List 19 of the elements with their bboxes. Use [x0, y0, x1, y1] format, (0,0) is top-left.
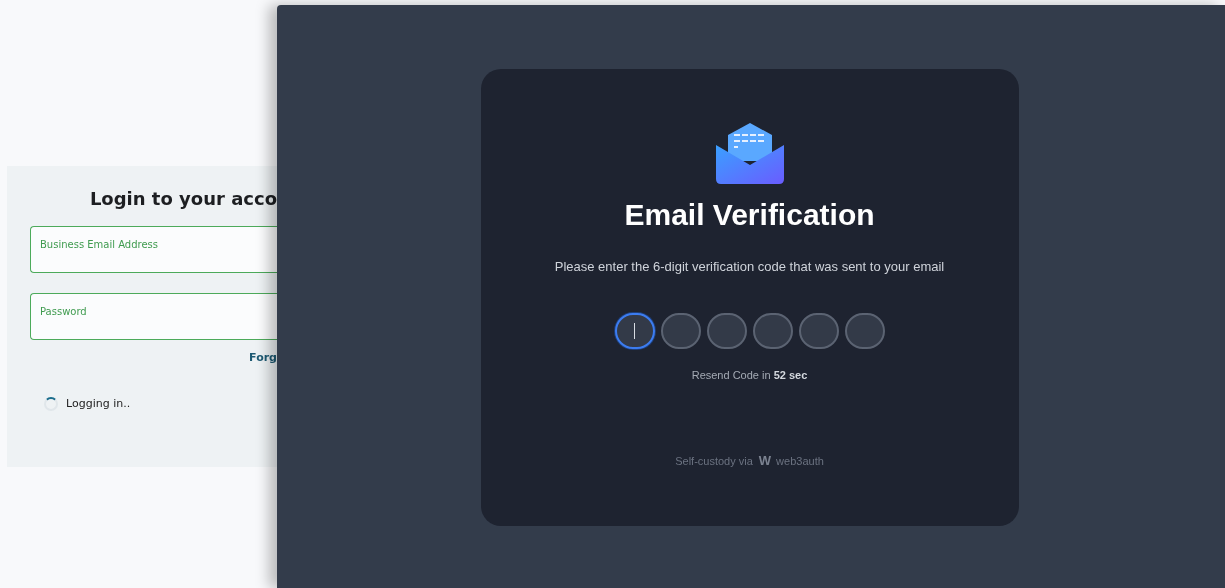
- brand-mark: W: [758, 452, 771, 470]
- resend-text: Resend Code in 52 sec: [691, 367, 808, 383]
- text-cursor: [633, 322, 636, 339]
- input-field[interactable]: Business Email Address: [30, 225, 277, 273]
- login-title: Login to your acco: [88, 188, 277, 210]
- modal-title: Email Verification: [624, 197, 875, 233]
- code-input[interactable]: [660, 312, 701, 349]
- forgot-link[interactable]: Forg: [7, 349, 277, 367]
- code-input[interactable]: [798, 312, 839, 349]
- envelope-icon: [713, 121, 786, 185]
- code-input[interactable]: [752, 312, 793, 349]
- code-input[interactable]: [844, 312, 885, 349]
- code-input[interactable]: [706, 312, 747, 349]
- instruction-text: Please enter the 6-digit verification code that was sent to your email: [554, 258, 945, 276]
- brand-name: web3auth: [776, 453, 824, 469]
- footer-text: Self-custody via: [675, 453, 753, 469]
- code-input[interactable]: [614, 312, 655, 349]
- input-field[interactable]: Password: [30, 292, 277, 340]
- loading-text: Logging in..: [66, 396, 131, 413]
